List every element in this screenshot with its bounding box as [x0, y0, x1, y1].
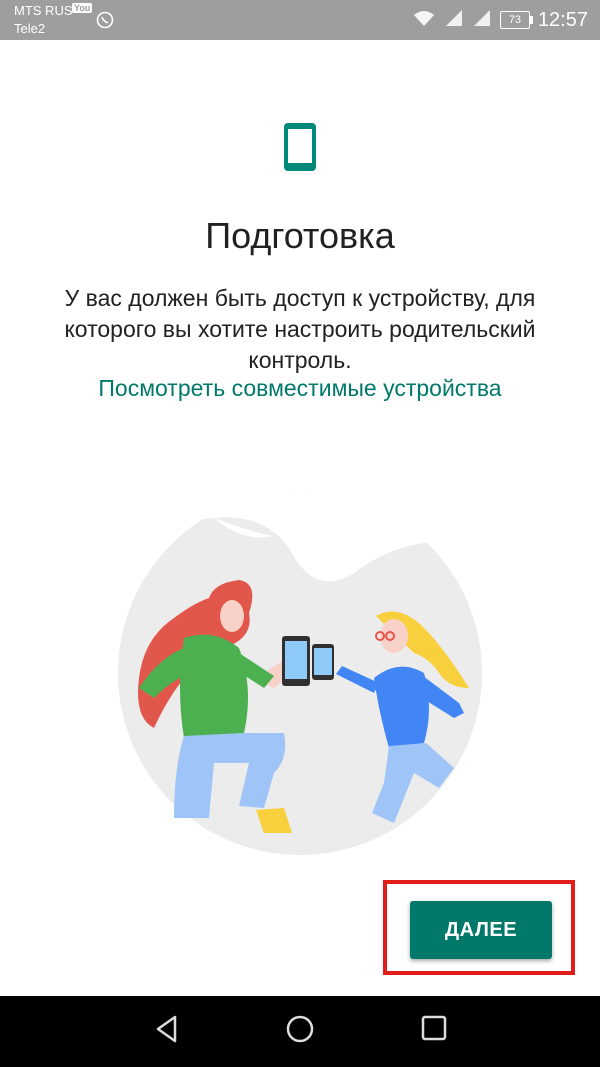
back-icon[interactable] [152, 1014, 182, 1049]
description-text: У вас должен быть доступ к устройству, д… [64, 285, 536, 373]
next-button[interactable]: ДАЛЕЕ [410, 901, 552, 959]
home-icon[interactable] [285, 1014, 315, 1049]
page-title: Подготовка [205, 215, 395, 256]
signal-icon-2 [472, 9, 492, 32]
carrier-secondary: Tele2 [14, 21, 46, 36]
battery-icon: 73 [499, 11, 533, 29]
device-icon [283, 122, 317, 177]
whatsapp-icon [96, 11, 114, 34]
youtube-icon: You [72, 3, 93, 13]
recents-icon[interactable] [420, 1014, 448, 1047]
navigation-bar [0, 996, 600, 1067]
signal-icon-1 [444, 9, 464, 32]
clock: 12:57 [537, 8, 588, 31]
battery-level: 73 [508, 14, 522, 26]
status-indicators: 73 12:57 [412, 8, 588, 32]
compatible-devices-link[interactable]: Посмотреть совместимые устройства [20, 375, 580, 402]
carrier-primary: MTS RUS [14, 3, 73, 18]
status-bar: MTS RUS You Tele2 73 12:57 [0, 0, 600, 40]
wifi-icon [412, 9, 436, 32]
family-illustration [114, 488, 484, 863]
